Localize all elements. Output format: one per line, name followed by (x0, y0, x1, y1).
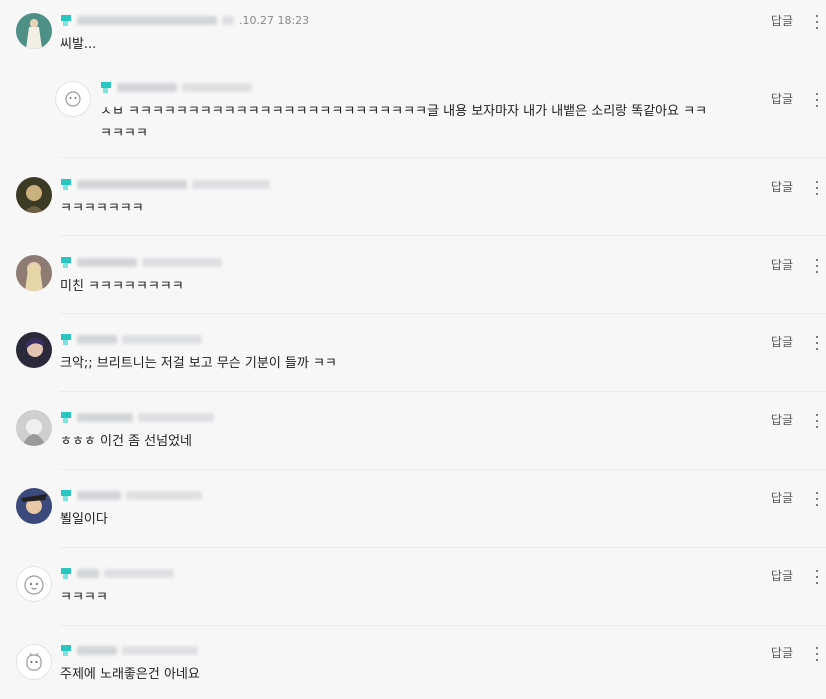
nickname-blurred[interactable] (77, 15, 217, 25)
grade-icon (60, 14, 72, 26)
comment-text: ㅋㅋㅋㅋ (60, 590, 108, 605)
user-avatar[interactable] (16, 177, 52, 213)
date-blurred (142, 257, 222, 267)
grade-icon (60, 178, 72, 190)
more-options-icon[interactable] (812, 570, 822, 584)
nickname-blurred[interactable] (77, 412, 133, 422)
nickname-blurred[interactable] (77, 645, 117, 655)
comment-text: 미친 ㅋㅋㅋㅋㅋㅋㅋㅋ (60, 279, 184, 294)
date-blurred (182, 82, 252, 92)
user-avatar[interactable] (16, 566, 52, 602)
more-options-icon[interactable] (812, 336, 822, 350)
date-blurred (104, 568, 174, 578)
user-avatar[interactable] (16, 332, 52, 368)
grade-icon (60, 644, 72, 656)
grade-icon (60, 256, 72, 268)
user-avatar[interactable] (16, 255, 52, 291)
divider (60, 313, 826, 314)
comment-text: 씨발... (60, 37, 97, 52)
user-avatar[interactable] (16, 488, 52, 524)
more-options-icon[interactable] (812, 181, 822, 195)
reply-button[interactable]: 답글 (771, 567, 793, 584)
grade-icon (100, 81, 112, 93)
grade-icon (60, 567, 72, 579)
reply-button[interactable]: 답글 (771, 644, 793, 661)
user-avatar[interactable] (16, 644, 52, 680)
comment-meta (60, 331, 726, 347)
more-options-icon[interactable] (812, 414, 822, 428)
date-blurred (192, 179, 270, 189)
comment-text: 뵐일이다 (60, 512, 108, 527)
divider (60, 391, 826, 392)
comment-meta (60, 254, 726, 270)
comment-list: .10.27 18:23 씨발... 답글 ㅅㅂ ㅋㅋㅋㅋㅋㅋㅋㅋㅋㅋㅋㅋㅋㅋㅋ… (0, 0, 826, 699)
reply-button[interactable]: 답글 (771, 333, 793, 350)
nickname-blurred[interactable] (77, 257, 137, 267)
reply-button[interactable]: 답글 (771, 411, 793, 428)
divider (60, 547, 826, 548)
blurred-text (222, 15, 234, 25)
date-blurred (126, 490, 202, 500)
comment-date: .10.27 18:23 (239, 13, 310, 27)
more-options-icon[interactable] (812, 259, 822, 273)
nickname-blurred[interactable] (77, 490, 121, 500)
more-options-icon[interactable] (812, 647, 822, 661)
user-avatar[interactable] (55, 81, 91, 117)
divider (60, 625, 826, 626)
more-options-icon[interactable] (812, 492, 822, 506)
comment-meta: .10.27 18:23 (60, 12, 726, 28)
nickname-blurred[interactable] (77, 179, 187, 189)
grade-icon (60, 489, 72, 501)
comment-meta (60, 565, 726, 581)
comment-meta (60, 642, 726, 658)
reply-button[interactable]: 답글 (771, 489, 793, 506)
date-blurred (122, 645, 198, 655)
comment-meta (60, 409, 726, 425)
comment-text: ㅎㅎㅎ 이건 좀 선넘었네 (60, 434, 192, 449)
comment-text: 크악;; 브리트니는 저걸 보고 무슨 기분이 들까 ㅋㅋ (60, 356, 337, 371)
nickname-blurred[interactable] (77, 334, 117, 344)
user-avatar[interactable] (16, 13, 52, 49)
comment-text: ㅅㅂ ㅋㅋㅋㅋㅋㅋㅋㅋㅋㅋㅋㅋㅋㅋㅋㅋㅋㅋㅋㅋㅋㅋㅋㅋㅋ글 내용 보자마자 내가… (100, 104, 708, 141)
more-options-icon[interactable] (812, 93, 822, 107)
grade-icon (60, 333, 72, 345)
comment-text: ㅋㅋㅋㅋㅋㅋㅋ (60, 201, 144, 216)
nickname-blurred[interactable] (77, 568, 99, 578)
reply-button[interactable]: 답글 (771, 12, 793, 29)
reply-button[interactable]: 답글 (771, 256, 793, 273)
divider (60, 469, 826, 470)
comment-meta (60, 487, 726, 503)
user-avatar[interactable] (16, 410, 52, 446)
reply-button[interactable]: 답글 (771, 178, 793, 195)
divider (60, 235, 826, 236)
comment-meta (60, 176, 726, 192)
nickname-blurred[interactable] (117, 82, 177, 92)
comment-meta (100, 79, 726, 95)
grade-icon (60, 411, 72, 423)
comment-text: 주제에 노래좋은건 아네요 (60, 667, 200, 682)
date-blurred (138, 412, 214, 422)
more-options-icon[interactable] (812, 15, 822, 29)
divider (60, 157, 826, 158)
date-blurred (122, 334, 202, 344)
reply-button[interactable]: 답글 (771, 90, 793, 107)
